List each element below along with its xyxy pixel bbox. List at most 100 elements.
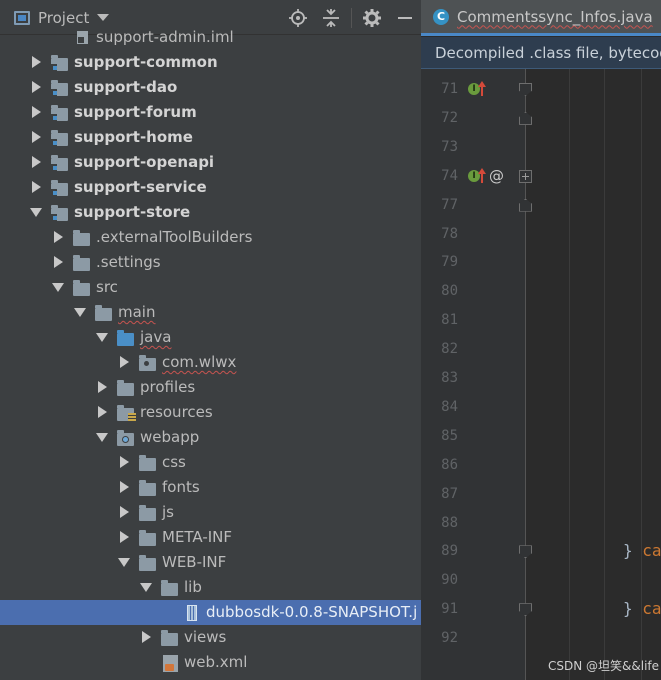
tree-item[interactable]: dubbosdk-0.0.8-SNAPSHOT.j bbox=[0, 600, 421, 625]
resources-folder-icon bbox=[117, 405, 136, 422]
tree-item-label: com.wlwx bbox=[162, 353, 237, 371]
overrides-arrow-icon[interactable] bbox=[478, 81, 486, 97]
tree-item[interactable]: WEB-INF bbox=[0, 550, 421, 575]
folder-icon bbox=[95, 305, 113, 321]
module-folder-icon bbox=[51, 130, 69, 146]
package-icon bbox=[139, 355, 157, 371]
folder-shape bbox=[73, 230, 90, 246]
chevron-down-icon[interactable] bbox=[118, 556, 130, 568]
class-icon: C bbox=[433, 8, 449, 25]
line-number: 81 bbox=[441, 312, 458, 329]
chevron-right-icon[interactable] bbox=[96, 406, 108, 418]
module-folder-icon bbox=[51, 180, 69, 196]
editor-tab-bar: C Commentssync_Infos.java bbox=[421, 0, 661, 36]
package-dot bbox=[144, 361, 149, 366]
chevron-down-icon[interactable] bbox=[52, 281, 64, 293]
folder-icon bbox=[139, 455, 157, 471]
xml-file-icon bbox=[161, 655, 179, 672]
folder-shape bbox=[139, 505, 156, 521]
chevron-right-icon[interactable] bbox=[96, 381, 108, 393]
folder-icon bbox=[161, 630, 179, 646]
folder-icon bbox=[139, 480, 157, 496]
chevron-right-icon[interactable] bbox=[52, 231, 64, 243]
tree-item[interactable]: profiles bbox=[0, 375, 421, 400]
tree-item-label: dubbosdk-0.0.8-SNAPSHOT.j bbox=[206, 603, 418, 621]
chevron-right-icon[interactable] bbox=[30, 156, 42, 168]
folder-shape bbox=[51, 130, 68, 146]
tree-item[interactable]: web.xml bbox=[0, 650, 421, 675]
chevron-down-icon[interactable] bbox=[96, 431, 108, 443]
line-number: 85 bbox=[441, 427, 458, 444]
tree-item[interactable]: support-admin.iml bbox=[0, 25, 421, 50]
overrides-arrow-icon[interactable] bbox=[478, 167, 486, 184]
tree-item[interactable]: main bbox=[0, 300, 421, 325]
tree-item-label: support-forum bbox=[74, 103, 197, 121]
jar-icon bbox=[183, 605, 201, 621]
folder-icon bbox=[117, 380, 135, 396]
project-window-icon bbox=[14, 10, 30, 25]
tree-item-label: profiles bbox=[140, 378, 196, 396]
chevron-right-icon[interactable] bbox=[118, 356, 130, 368]
chevron-right-icon[interactable] bbox=[30, 181, 42, 193]
chevron-right-icon[interactable] bbox=[52, 256, 64, 268]
tree-item[interactable]: com.wlwx bbox=[0, 350, 421, 375]
web-badge bbox=[122, 436, 129, 443]
tree-item[interactable]: views bbox=[0, 625, 421, 650]
code-brace: } bbox=[623, 599, 643, 619]
tree-item-label: support-store bbox=[74, 203, 191, 221]
tree-item[interactable]: js bbox=[0, 500, 421, 525]
tree-item[interactable]: resources bbox=[0, 400, 421, 425]
watermark: CSDN @坦笑&&life bbox=[548, 659, 660, 673]
tree-item[interactable]: css bbox=[0, 450, 421, 475]
folder-shape bbox=[51, 155, 68, 171]
folder-shape bbox=[139, 555, 156, 571]
tab-commentssync-infos[interactable]: C Commentssync_Infos.java bbox=[421, 0, 661, 36]
tree-item[interactable]: support-forum bbox=[0, 100, 421, 125]
tree-item[interactable]: support-dao bbox=[0, 75, 421, 100]
chevron-down-icon[interactable] bbox=[74, 306, 86, 318]
line-number: 90 bbox=[441, 572, 458, 589]
chevron-right-icon[interactable] bbox=[118, 456, 130, 468]
fold-expand-icon[interactable] bbox=[519, 169, 532, 183]
chevron-down-icon[interactable] bbox=[96, 331, 108, 343]
chevron-right-icon[interactable] bbox=[140, 631, 152, 643]
chevron-right-icon[interactable] bbox=[118, 481, 130, 493]
tree-item-label: js bbox=[162, 503, 174, 521]
tree-item-label: lib bbox=[184, 578, 202, 596]
chevron-right-icon[interactable] bbox=[30, 106, 42, 118]
tree-item-label: .externalToolBuilders bbox=[96, 228, 253, 246]
folder-shape bbox=[51, 105, 68, 121]
chevron-right-icon[interactable] bbox=[30, 56, 42, 68]
tree-item[interactable]: .settings bbox=[0, 250, 421, 275]
tree-item[interactable]: support-service bbox=[0, 175, 421, 200]
code-keyword: ca bbox=[642, 599, 661, 619]
tree-item[interactable]: src bbox=[0, 275, 421, 300]
tree-item[interactable]: webapp bbox=[0, 425, 421, 450]
chevron-down-icon[interactable] bbox=[30, 206, 42, 218]
tree-item[interactable]: .externalToolBuilders bbox=[0, 225, 421, 250]
folder-icon bbox=[73, 230, 91, 246]
code-line[interactable]: } ca bbox=[623, 599, 661, 618]
chevron-right-icon[interactable] bbox=[118, 531, 130, 543]
module-badge bbox=[51, 164, 57, 171]
tree-item[interactable]: support-common bbox=[0, 50, 421, 75]
chevron-right-icon[interactable] bbox=[30, 81, 42, 93]
tree-item-label: main bbox=[118, 303, 156, 321]
folder-shape bbox=[161, 630, 178, 646]
tree-item[interactable]: java bbox=[0, 325, 421, 350]
tree-item[interactable]: support-store bbox=[0, 200, 421, 225]
tree-item[interactable]: fonts bbox=[0, 475, 421, 500]
folder-shape bbox=[117, 330, 134, 346]
line-number: 72 bbox=[441, 109, 458, 126]
chevron-right-icon[interactable] bbox=[30, 131, 42, 143]
code-line[interactable]: } ca bbox=[623, 541, 661, 560]
line-number: 74 bbox=[441, 167, 458, 184]
chevron-down-icon[interactable] bbox=[140, 581, 152, 593]
folder-icon bbox=[73, 255, 91, 271]
tree-item[interactable]: support-openapi bbox=[0, 150, 421, 175]
chevron-right-icon[interactable] bbox=[118, 506, 130, 518]
tree-item[interactable]: lib bbox=[0, 575, 421, 600]
tree-item[interactable]: META-INF bbox=[0, 525, 421, 550]
annotation-icon[interactable]: @ bbox=[489, 167, 504, 185]
tree-item[interactable]: support-home bbox=[0, 125, 421, 150]
